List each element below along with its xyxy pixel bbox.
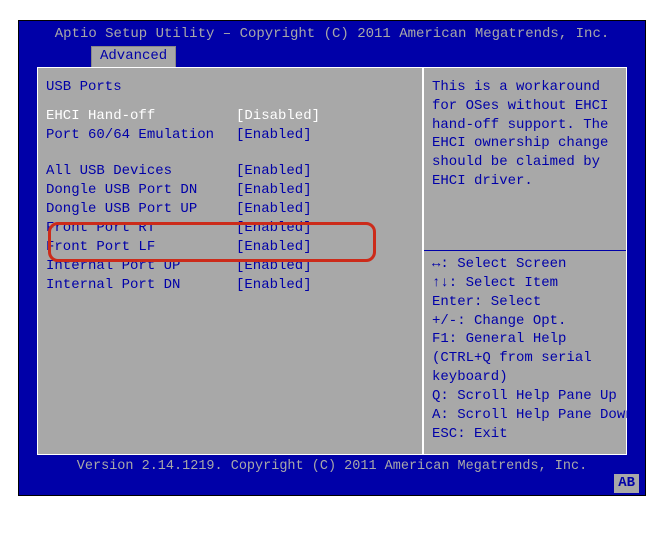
settings-pane: USB Ports EHCI Hand-off[Disabled]Port 60…: [37, 67, 423, 455]
setting-label: Port 60/64 Emulation: [46, 126, 236, 145]
key-hint: Q: Scroll Help Pane Up: [432, 387, 618, 406]
setting-label: Internal Port DN: [46, 276, 236, 295]
key-hint: F1: General Help: [432, 330, 618, 349]
setting-label: Internal Port UP: [46, 257, 236, 276]
blank-row: [46, 144, 414, 162]
setting-value[interactable]: [Enabled]: [236, 181, 312, 200]
setting-label: Front Port LF: [46, 238, 236, 257]
help-pane: This is a workaround for OSes without EH…: [423, 67, 627, 455]
key-hint: ↑↓: Select Item: [432, 274, 618, 293]
page-title: Aptio Setup Utility – Copyright (C) 2011…: [19, 21, 645, 46]
key-hint: +/-: Change Opt.: [432, 312, 618, 331]
setting-row[interactable]: Internal Port DN[Enabled]: [46, 276, 414, 295]
setting-label: Dongle USB Port DN: [46, 181, 236, 200]
tab-advanced[interactable]: Advanced: [91, 46, 176, 67]
setting-value[interactable]: [Enabled]: [236, 126, 312, 145]
setting-label: Front Port RT: [46, 219, 236, 238]
section-title: USB Ports: [46, 78, 414, 97]
bios-screen: Aptio Setup Utility – Copyright (C) 2011…: [18, 20, 646, 496]
setting-value[interactable]: [Enabled]: [236, 276, 312, 295]
setting-row[interactable]: All USB Devices[Enabled]: [46, 162, 414, 181]
setting-row[interactable]: EHCI Hand-off[Disabled]: [46, 107, 414, 126]
tab-bar: Advanced: [19, 46, 645, 67]
setting-value[interactable]: [Enabled]: [236, 238, 312, 257]
setting-value[interactable]: [Enabled]: [236, 162, 312, 181]
key-hint: (CTRL+Q from serial: [432, 349, 618, 368]
key-hint: ↔: Select Screen: [432, 255, 618, 274]
setting-value[interactable]: [Disabled]: [236, 107, 320, 126]
setting-value[interactable]: [Enabled]: [236, 200, 312, 219]
setting-row[interactable]: Dongle USB Port UP[Enabled]: [46, 200, 414, 219]
setting-row[interactable]: Port 60/64 Emulation[Enabled]: [46, 126, 414, 145]
panels: USB Ports EHCI Hand-off[Disabled]Port 60…: [37, 67, 627, 455]
setting-value[interactable]: [Enabled]: [236, 257, 312, 276]
setting-row[interactable]: Front Port RT[Enabled]: [46, 219, 414, 238]
setting-label: Dongle USB Port UP: [46, 200, 236, 219]
setting-row[interactable]: Internal Port UP[Enabled]: [46, 257, 414, 276]
key-hint: ESC: Exit: [432, 425, 618, 444]
setting-label: All USB Devices: [46, 162, 236, 181]
key-hint: keyboard): [432, 368, 618, 387]
divider: [424, 250, 626, 251]
setting-value[interactable]: [Enabled]: [236, 219, 312, 238]
setting-row[interactable]: Front Port LF[Enabled]: [46, 238, 414, 257]
key-hint: Enter: Select: [432, 293, 618, 312]
help-text: This is a workaround for OSes without EH…: [432, 78, 618, 191]
setting-label: EHCI Hand-off: [46, 107, 236, 126]
footer-version: Version 2.14.1219. Copyright (C) 2011 Am…: [19, 455, 645, 476]
setting-row[interactable]: Dongle USB Port DN[Enabled]: [46, 181, 414, 200]
badge-ab: AB: [614, 474, 639, 493]
key-hint: A: Scroll Help Pane Down: [432, 406, 618, 425]
